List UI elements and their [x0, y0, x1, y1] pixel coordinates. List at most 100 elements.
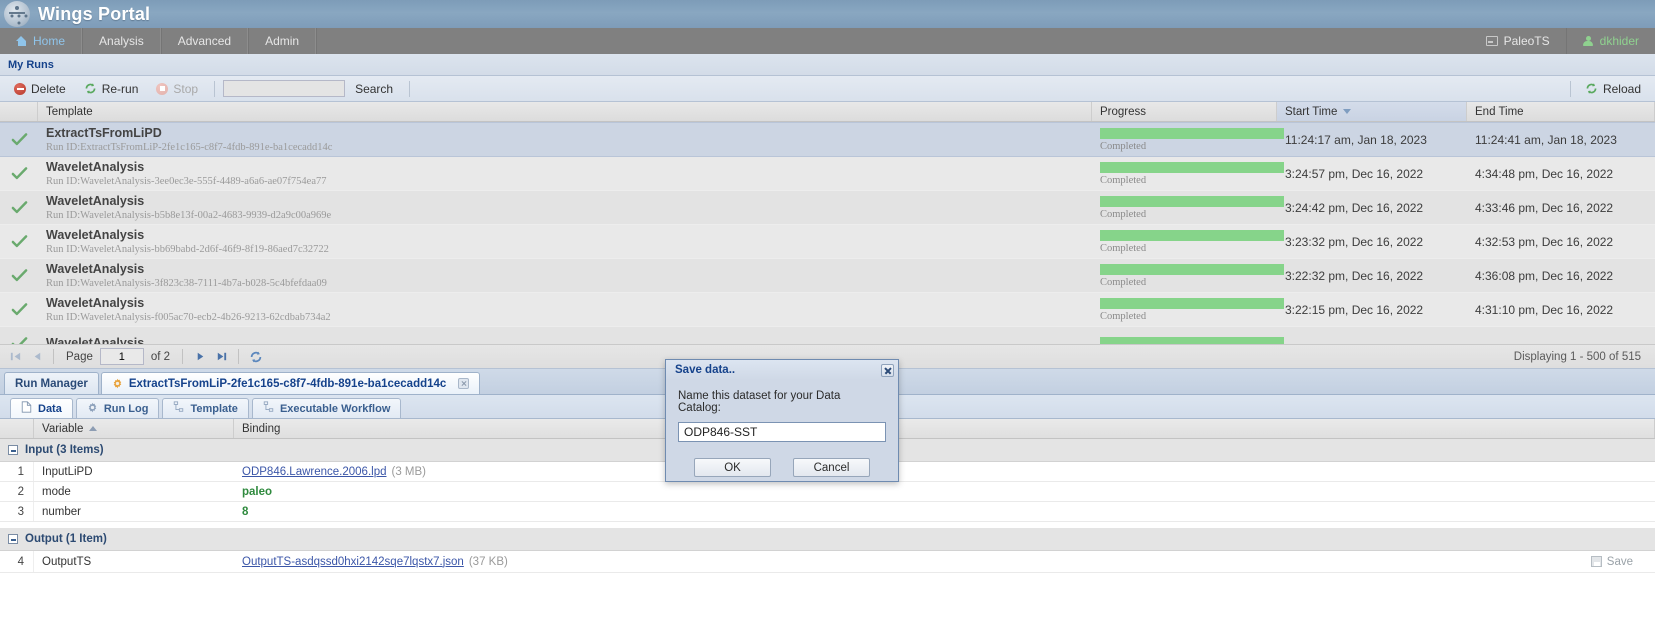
nav-item-analysis[interactable]: Analysis	[82, 28, 161, 54]
display-info: Displaying 1 - 500 of 515	[1513, 350, 1641, 363]
nav-item-admin[interactable]: Admin	[248, 28, 317, 54]
row-variable: number	[42, 505, 81, 518]
dataset-name-input[interactable]	[678, 422, 886, 442]
progress-bar	[1100, 127, 1284, 139]
collapse-icon[interactable]	[8, 534, 18, 544]
pager-divider-3	[238, 349, 240, 364]
binding-link[interactable]: OutputTS-asdqssd0hxi2142sqe7lqstx7.json	[242, 556, 464, 568]
binding-value: 8	[242, 505, 249, 518]
search-input[interactable]	[223, 80, 346, 97]
nav-item-domain[interactable]: PaleoTS	[1470, 28, 1566, 54]
dialog-prompt: Name this dataset for your Data Catalog:	[678, 390, 841, 414]
row-template-cell: WaveletAnalysis Run ID:WaveletAnalysis-b…	[38, 225, 1092, 258]
toolbar-right-group: Reload	[1564, 79, 1649, 99]
search-button[interactable]: Search	[347, 80, 401, 98]
table-row[interactable]: ExtractTsFromLiPD Run ID:ExtractTsFromLi…	[0, 122, 1655, 157]
binding-link[interactable]: ODP846.Lawrence.2006.lpd	[242, 466, 387, 478]
table-row[interactable]: 2 mode paleo	[0, 482, 1655, 502]
table-row[interactable]: WaveletAnalysis Run ID:WaveletAnalysis-3…	[0, 259, 1655, 293]
runs-grid-header: Template Progress Start Time End Time	[0, 102, 1655, 122]
page-number-input[interactable]	[99, 348, 144, 365]
row-template-cell: WaveletAnalysis Run ID:WaveletAnalysis-3…	[38, 259, 1092, 292]
row-run-id: Run ID:WaveletAnalysis-f005ac70-ecb2-4b2…	[46, 311, 331, 323]
row-progress-cell: Completed	[1092, 191, 1284, 224]
data-column-header-binding[interactable]: Binding	[234, 419, 1655, 438]
progress-bar	[1100, 195, 1284, 207]
row-template-name: WaveletAnalysis	[46, 227, 145, 242]
next-page-button[interactable]	[191, 348, 209, 366]
sort-ascending-icon	[89, 426, 98, 431]
row-variable: mode	[42, 485, 71, 498]
tab-run-detail[interactable]: ExtractTsFromLiP-2fe1c165-c8f7-4fdb-891e…	[100, 372, 481, 394]
column-header-start-time[interactable]: Start Time	[1277, 102, 1467, 121]
row-index: 1	[0, 462, 34, 481]
row-status-check	[0, 225, 38, 258]
progress-status: Completed	[1100, 310, 1147, 322]
row-index: 4	[0, 551, 34, 572]
toolbar-divider-3	[1569, 80, 1571, 97]
refresh-icon	[84, 82, 97, 95]
nav-item-advanced[interactable]: Advanced	[160, 28, 249, 54]
row-status-check	[0, 293, 38, 326]
wings-logo-icon	[4, 1, 30, 27]
nav-item-home[interactable]: Home	[0, 28, 83, 54]
table-row[interactable]: WaveletAnalysis Run ID:WaveletAnalysis-f…	[0, 293, 1655, 327]
delete-button[interactable]: Delete	[6, 79, 74, 99]
prev-page-button	[27, 348, 45, 366]
refresh-icon	[1585, 82, 1598, 95]
nav-right-group: PaleoTS dkhider	[1470, 28, 1655, 54]
progress-status: Completed	[1100, 174, 1147, 186]
search-button-label: Search	[355, 81, 394, 96]
row-index: 2	[0, 482, 34, 501]
row-start-time: 3:23:32 pm, Dec 16, 2022	[1285, 234, 1424, 249]
nav-domain-label: PaleoTS	[1503, 34, 1550, 48]
table-row[interactable]: WaveletAnalysis Run ID:WaveletAnalysis-3…	[0, 157, 1655, 191]
tab-data[interactable]: Data	[10, 398, 73, 418]
row-start-time-cell: 3:24:57 pm, Dec 16, 2022	[1277, 157, 1467, 190]
close-icon[interactable]	[458, 378, 470, 389]
column-header-progress[interactable]: Progress	[1092, 102, 1277, 121]
stop-circle-icon	[156, 82, 169, 95]
data-column-header-variable[interactable]: Variable	[34, 419, 234, 438]
collapse-icon[interactable]	[8, 445, 18, 455]
column-header-select[interactable]	[0, 102, 38, 121]
save-dataset-button[interactable]: Save	[1590, 556, 1633, 568]
cancel-button[interactable]: Cancel	[793, 458, 870, 477]
tab-run-manager-label: Run Manager	[15, 377, 88, 390]
row-template-cell: WaveletAnalysis Run ID:WaveletAnalysis-f…	[38, 293, 1092, 326]
last-page-button[interactable]	[212, 348, 230, 366]
rerun-button[interactable]: Re-run	[76, 79, 147, 99]
row-variable: InputLiPD	[42, 465, 93, 478]
table-row[interactable]: 4 OutputTS OutputTS-asdqssd0hxi2142sqe7l…	[0, 551, 1655, 573]
refresh-page-button[interactable]	[247, 348, 265, 366]
row-start-time: 3:22:15 pm, Dec 16, 2022	[1285, 302, 1424, 317]
row-binding: paleo	[234, 482, 1655, 501]
progress-status: Completed	[1100, 208, 1147, 220]
reload-button-label: Reload	[1602, 81, 1641, 96]
dialog-body: Name this dataset for your Data Catalog:…	[666, 380, 898, 477]
close-icon[interactable]	[881, 363, 894, 377]
row-start-time-cell: 3:22:32 pm, Dec 16, 2022	[1277, 259, 1467, 292]
row-start-time: 11:24:17 am, Jan 18, 2023	[1285, 132, 1427, 147]
table-row[interactable]: WaveletAnalysis	[0, 327, 1655, 344]
reload-button[interactable]: Reload	[1577, 79, 1649, 99]
nav-item-user[interactable]: dkhider	[1565, 28, 1655, 54]
check-icon	[11, 165, 28, 182]
group-header-output[interactable]: Output (1 Item)	[0, 528, 1655, 551]
row-template-name: WaveletAnalysis	[46, 261, 145, 276]
column-header-template[interactable]: Template	[38, 102, 1092, 121]
tab-run-log[interactable]: Run Log	[75, 398, 160, 418]
tab-executable-workflow[interactable]: Executable Workflow	[251, 398, 402, 418]
row-run-id: Run ID:WaveletAnalysis-b5b8e13f-00a2-468…	[46, 209, 332, 221]
table-row[interactable]: WaveletAnalysis Run ID:WaveletAnalysis-b…	[0, 225, 1655, 259]
column-header-end-time[interactable]: End Time	[1467, 102, 1655, 121]
last-page-icon	[217, 352, 226, 361]
tab-template[interactable]: Template	[162, 398, 249, 418]
row-end-time: 4:36:08 pm, Dec 16, 2022	[1475, 268, 1614, 283]
table-row[interactable]: 3 number 8	[0, 502, 1655, 522]
tab-run-manager[interactable]: Run Manager	[4, 372, 99, 394]
ok-button[interactable]: OK	[694, 458, 771, 477]
table-row[interactable]: WaveletAnalysis Run ID:WaveletAnalysis-b…	[0, 191, 1655, 225]
row-variable: OutputTS	[42, 555, 92, 568]
prev-page-icon	[34, 352, 40, 361]
